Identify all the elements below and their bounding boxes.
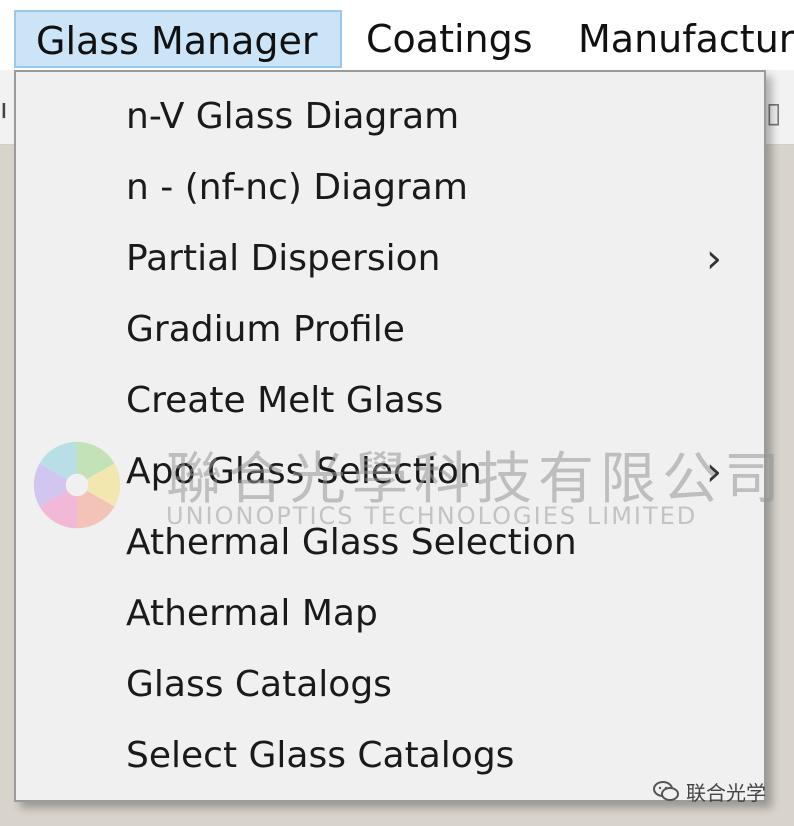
wechat-icon (653, 781, 679, 801)
menu-item-label: Athermal Map (126, 593, 378, 634)
watermark-bottom: 联合光学 (652, 776, 766, 806)
menu-item-label: n - (nf-nc) Diagram (126, 167, 468, 208)
menu-item-glass-catalogs[interactable]: Glass Catalogs (16, 650, 764, 720)
toolbar-partial-glyph: ı (0, 92, 8, 125)
menu-item-label: Select Glass Catalogs (126, 735, 515, 776)
toolbar-partial-icon[interactable]: ▯ (766, 96, 790, 130)
menu-coatings[interactable]: Coatings (346, 10, 556, 68)
menu-item-label: Create Melt Glass (126, 380, 444, 421)
menu-item-label: Glass Catalogs (126, 664, 392, 705)
watermark-english-text: UNIONOPTICS TECHNOLOGIES LIMITED (166, 502, 698, 530)
watermark-bottom-label: 联合光学 (686, 780, 766, 805)
menu-item-athermal-map[interactable]: Athermal Map (16, 579, 764, 649)
menu-glass-manager[interactable]: Glass Manager (14, 10, 342, 68)
menu-item-nv-glass-diagram[interactable]: n-V Glass Diagram (16, 82, 764, 152)
menu-item-partial-dispersion[interactable]: Partial Dispersion › (16, 224, 764, 294)
menu-item-label: n-V Glass Diagram (126, 96, 460, 137)
menu-item-gradium-profile[interactable]: Gradium Profile (16, 295, 764, 365)
menu-item-label: Gradium Profile (126, 309, 405, 350)
menu-item-label: Partial Dispersion (126, 238, 441, 279)
menu-item-n-nf-nc-diagram[interactable]: n - (nf-nc) Diagram (16, 153, 764, 223)
menu-bar: Glass Manager Coatings Manufacturi (0, 0, 794, 71)
menu-manufacturing[interactable]: Manufacturi (558, 10, 794, 68)
menu-item-create-melt-glass[interactable]: Create Melt Glass (16, 366, 764, 436)
chevron-right-icon: › (706, 236, 722, 282)
watermark-logo-icon (33, 441, 121, 529)
